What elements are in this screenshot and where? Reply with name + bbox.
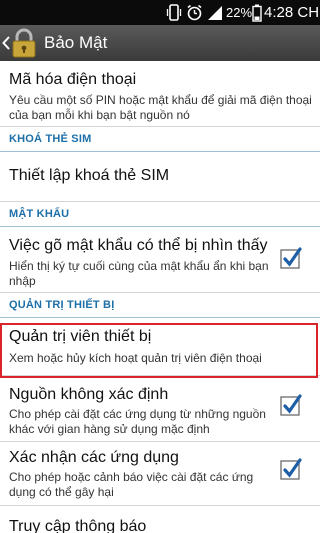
encrypt-phone-item[interactable]: Mã hóa điện thoại Yêu cầu một số PIN hoặ… xyxy=(0,61,320,127)
visible-password-title: Việc gõ mật khẩu có thể bị nhìn thấy xyxy=(9,237,268,254)
checkbox-checked-icon xyxy=(280,458,302,480)
section-label-device-admin: QUẢN TRỊ THIẾT BỊ xyxy=(9,299,115,311)
verify-apps-title: Xác nhận các ứng dụng xyxy=(9,449,179,466)
encrypt-phone-subtitle: Yêu cầu một số PIN hoặc mật khẩu để giải… xyxy=(9,93,312,122)
notification-access-title: Truy cập thông báo xyxy=(9,518,147,533)
section-header-sim: KHOÁ THẺ SIM xyxy=(0,127,320,152)
section-header-password: MẬT KHẨU xyxy=(0,202,320,227)
page-title: Bảo Mật xyxy=(44,33,108,52)
section-label-sim: KHOÁ THẺ SIM xyxy=(9,133,92,145)
action-bar: Bảo Mật xyxy=(0,25,320,61)
unknown-sources-title: Nguồn không xác định xyxy=(9,386,169,403)
checkbox-checked-icon xyxy=(280,247,302,269)
settings-list: Mã hóa điện thoại Yêu cầu một số PIN hoặ… xyxy=(0,61,320,533)
visible-password-checkbox[interactable] xyxy=(280,247,302,269)
verify-apps-checkbox[interactable] xyxy=(280,458,302,480)
sim-lock-title: Thiết lập khoá thẻ SIM xyxy=(9,167,170,184)
unknown-sources-item[interactable]: Nguồn không xác định Cho phép cài đặt cá… xyxy=(0,378,320,442)
unknown-sources-checkbox[interactable] xyxy=(280,394,302,416)
verify-apps-subtitle: Cho phép hoặc cảnh báo việc cài đặt các … xyxy=(9,470,254,499)
section-header-device-admin: QUẢN TRỊ THIẾT BỊ xyxy=(0,293,320,318)
notification-access-item[interactable]: Truy cập thông báo xyxy=(0,506,320,533)
highlight-box xyxy=(0,323,318,378)
battery-percentage: 22% xyxy=(226,5,253,20)
verify-apps-item[interactable]: Xác nhận các ứng dụng Cho phép hoặc cảnh… xyxy=(0,442,320,506)
unknown-sources-subtitle: Cho phép cài đặt các ứng dụng từ những n… xyxy=(9,407,266,436)
phone-vibrate-icon xyxy=(166,0,182,25)
section-label-password: MẬT KHẨU xyxy=(9,208,70,220)
visible-password-subtitle: Hiển thị ký tự cuối cùng của mật khẩu ẩn… xyxy=(9,259,269,288)
signal-icon xyxy=(207,0,223,25)
alarm-icon xyxy=(186,0,203,25)
status-bar: 22% 4:28 CH xyxy=(0,0,320,25)
visible-password-item[interactable]: Việc gõ mật khẩu có thể bị nhìn thấy Hiể… xyxy=(0,227,320,293)
sim-lock-item[interactable]: Thiết lập khoá thẻ SIM xyxy=(0,152,320,202)
lock-icon[interactable] xyxy=(9,28,39,58)
battery-icon xyxy=(252,0,262,25)
encrypt-phone-title: Mã hóa điện thoại xyxy=(9,71,137,88)
clock: 4:28 CH xyxy=(264,4,320,21)
checkbox-checked-icon xyxy=(280,394,302,416)
